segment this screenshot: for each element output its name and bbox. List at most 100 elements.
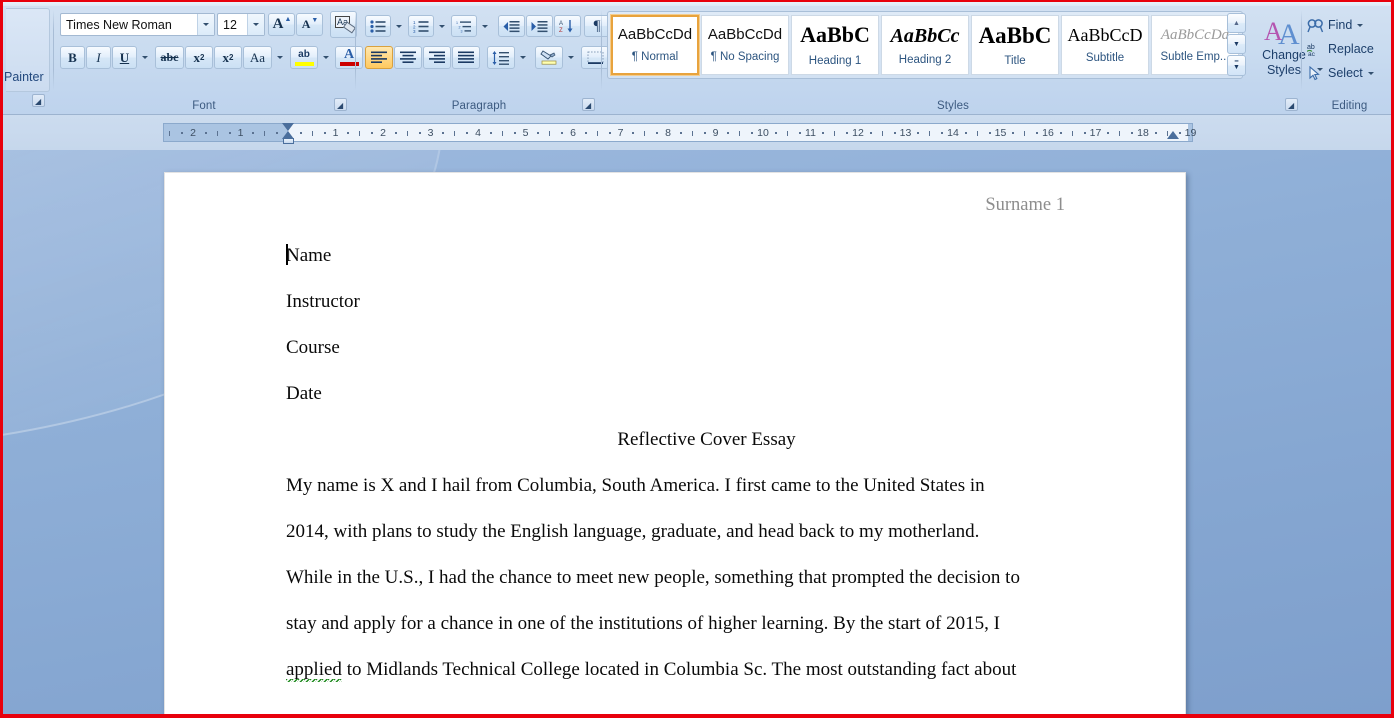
chevron-up-icon: ▲ [1233,19,1240,27]
pilcrow-icon: ¶ [593,17,601,34]
font-name-dropdown-arrow[interactable] [197,14,214,35]
style-tile-normal[interactable]: AaBbCcDd ¶ Normal [611,15,699,75]
ruler-half-tick [881,131,883,136]
style-tile-title[interactable]: AaBbC Title [971,15,1059,75]
ruler-quarter-dot [822,132,825,134]
document-body[interactable]: Name Instructor Course Date Reflective Cover… [286,233,1127,693]
decrease-indent-button[interactable] [498,15,525,37]
font-name-combo[interactable]: Times New Roman [60,13,215,36]
dialog-launcher-icon: ◢ [35,97,42,106]
first-line-indent-marker[interactable] [282,123,295,131]
numbering-button[interactable]: 123 [408,15,434,37]
shading-button[interactable] [535,46,563,69]
change-case-button[interactable]: Aa [243,46,272,69]
increase-indent-icon [531,20,548,32]
bullets-dropdown-arrow[interactable] [392,15,405,37]
underline-button[interactable]: U [112,46,137,69]
grow-font-button[interactable]: A ▲ [268,13,295,36]
ruler-number: 3 [427,127,434,139]
style-tile-subtle-emp[interactable]: AaBbCcDd Subtle Emp... [1151,15,1239,75]
style-tile-subtitle[interactable]: AaBbCcD Subtitle [1061,15,1149,75]
justify-icon [457,51,474,63]
select-button[interactable]: Select [1307,62,1393,84]
bold-button[interactable]: B [60,46,85,69]
clipboard-dialog-launcher[interactable]: ◢ [32,94,45,107]
document-line[interactable]: Name [286,233,1127,279]
document-line[interactable]: stay and apply for a chance in one of th… [286,601,1127,647]
sort-button[interactable]: AZ [554,15,581,37]
styles-gallery[interactable]: AaBbCcDd ¶ Normal AaBbCcDd ¶ No Spacing AaBb… [607,11,1243,79]
justify-button[interactable] [452,46,480,69]
document-canvas[interactable]: Surname 1 Name Instructor Course Date Reflec… [3,150,1391,714]
styles-scroll-down-button[interactable]: ▼ [1227,34,1246,54]
chevron-down-icon: ▼ [1233,40,1240,48]
styles-dialog-launcher[interactable]: ◢ [1285,98,1298,111]
document-line[interactable]: While in the U.S., I had the chance to m… [286,555,1127,601]
align-center-button[interactable] [394,46,422,69]
font-dialog-launcher[interactable]: ◢ [334,98,347,111]
horizontal-ruler[interactable]: 2 1 1 2 3 4 5 6 7 8 9 10 11 12 13 14 15 16 17 18 19 [163,123,1196,144]
font-size-combo[interactable]: 12 [217,13,265,36]
align-left-button[interactable] [365,46,393,69]
ruler-quarter-dot [988,132,991,134]
ruler-half-tick [644,131,646,136]
ruler-quarter-dot [1012,132,1015,134]
shrink-font-button[interactable]: A ▼ [296,13,323,36]
ruler-number: 18 [1137,127,1149,139]
strikethrough-icon: abc [160,50,179,64]
document-line[interactable]: Course [286,325,1127,371]
strikethrough-button[interactable]: abc [155,46,184,69]
document-line[interactable]: My name is X and I hail from Columbia, S… [286,463,1127,509]
ruler-number: 1 [332,127,339,139]
ruler-number: 19 [1184,127,1197,139]
format-painter-label[interactable]: Painter [4,70,44,84]
ruler-quarter-dot [442,132,445,134]
styles-more-button[interactable]: ━ ▼ [1227,55,1246,76]
group-separator [53,10,54,90]
find-button[interactable]: Find [1307,14,1393,36]
line-spacing-button[interactable] [487,46,515,69]
highlight-icon: ab [298,49,310,60]
styles-scroll-up-button[interactable]: ▲ [1227,13,1246,33]
document-page[interactable]: Surname 1 Name Instructor Course Date Reflec… [164,172,1186,714]
clear-formatting-button[interactable]: Aa [330,11,357,38]
align-right-button[interactable] [423,46,451,69]
style-tile-no-spacing[interactable]: AaBbCcDd ¶ No Spacing [701,15,789,75]
multilevel-list-button[interactable]: 123 [451,15,477,37]
highlight-dropdown-arrow[interactable] [319,46,332,69]
style-tile-heading-1[interactable]: AaBbC Heading 1 [791,15,879,75]
ruler-quarter-dot [751,132,754,134]
subscript-button[interactable]: x2 [185,46,213,69]
line-spacing-dropdown-arrow[interactable] [516,46,529,69]
style-tile-heading-2[interactable]: AaBbCc Heading 2 [881,15,969,75]
shading-dropdown-arrow[interactable] [564,46,577,69]
italic-button[interactable]: I [86,46,111,69]
sort-icon: AZ [559,20,573,33]
underline-icon: U [119,49,130,65]
bullets-icon [370,19,386,33]
right-indent-marker[interactable] [1167,131,1179,139]
font-size-dropdown-arrow[interactable] [247,14,264,35]
multilevel-dropdown-arrow[interactable] [478,15,491,37]
shading-icon [540,50,557,65]
numbering-dropdown-arrow[interactable] [435,15,448,37]
document-line[interactable]: Reflective Cover Essay [286,417,1127,463]
document-line[interactable]: applied to Midlands Technical College lo… [286,647,1127,693]
replace-button[interactable]: ab ac Replace [1307,38,1393,60]
ruler-band: 2 1 1 2 3 4 5 6 7 8 9 10 11 12 13 14 15 16 17 18 19 [3,115,1391,150]
subscript-index: 2 [200,53,205,62]
document-line[interactable]: Instructor [286,279,1127,325]
text-highlight-button[interactable]: ab [290,46,318,69]
increase-indent-button[interactable] [526,15,553,37]
bullets-button[interactable] [365,15,391,37]
underline-dropdown-arrow[interactable] [138,46,152,69]
paragraph-dialog-launcher[interactable]: ◢ [582,98,595,111]
document-line[interactable]: Date [286,371,1127,417]
document-line[interactable]: 2014, with plans to study the English la… [286,509,1127,555]
ribbon: Painter ◢ Times New Roman 12 A ▲ A ▼ Aa … [3,2,1391,115]
left-indent-marker[interactable] [283,138,294,144]
superscript-button[interactable]: x2 [214,46,242,69]
spelling-error-text[interactable]: applied [286,659,342,684]
ruler-half-tick [311,131,313,136]
change-case-dropdown-arrow[interactable] [273,46,286,69]
